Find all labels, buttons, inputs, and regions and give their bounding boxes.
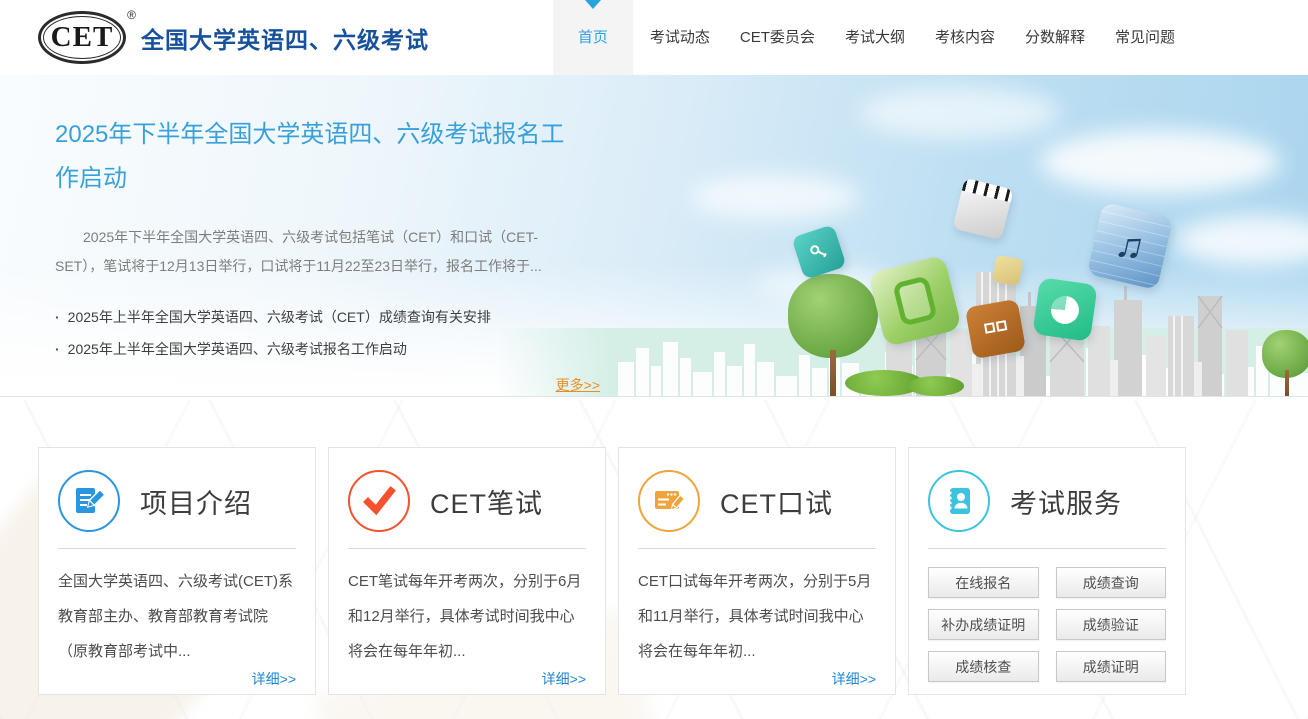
bush-icon	[908, 376, 964, 396]
nav-item-faq[interactable]: 常见问题	[1102, 0, 1188, 75]
online-registration-button[interactable]: 在线报名	[928, 567, 1039, 598]
cloud-icon	[1040, 130, 1280, 194]
detail-link[interactable]: 详细>>	[58, 669, 296, 693]
nav-item-exam-news[interactable]: 考试动态	[637, 0, 723, 75]
banner-news-list: 2025年上半年全国大学英语四、六级考试（CET）成绩查询有关安排 2025年上…	[55, 301, 603, 365]
tree-icon	[1262, 330, 1308, 396]
contact-book-icon	[928, 470, 990, 532]
site-header: CET ® 全国大学英语四、六级考试 首页 考试动态 CET委员会 考试大纲 考…	[0, 0, 1308, 75]
cet-logo-text: CET	[51, 21, 114, 54]
card-header: CET口试	[638, 462, 876, 548]
cloud-icon	[690, 175, 860, 219]
nav-item-home[interactable]: 首页	[553, 0, 633, 75]
card-header: 考试服务	[928, 462, 1166, 548]
hero-banner: ♫ 2025年下半年全国大学英语四、六级考试报名工作启动 2025年下半年全国大…	[0, 75, 1308, 400]
score-recheck-button[interactable]: 成绩核查	[928, 651, 1039, 682]
news-link[interactable]: 2025年上半年全国大学英语四、六级考试报名工作启动	[55, 333, 603, 365]
news-link[interactable]: 2025年上半年全国大学英语四、六级考试（CET）成绩查询有关安排	[55, 301, 603, 333]
ground-strip	[0, 396, 1308, 400]
card-header: 项目介绍	[58, 462, 296, 548]
registered-mark-icon: ®	[127, 8, 136, 22]
checkmark-icon	[348, 470, 410, 532]
nav-item-assessment-content[interactable]: 考核内容	[922, 0, 1008, 75]
header-inner: CET ® 全国大学英语四、六级考试 首页 考试动态 CET委员会 考试大纲 考…	[38, 0, 1188, 75]
document-pencil-icon	[58, 470, 120, 532]
score-certificate-button[interactable]: 成绩证明	[1056, 651, 1167, 682]
yellow-cube-icon	[992, 255, 1023, 286]
reissue-score-certificate-button[interactable]: 补办成绩证明	[928, 609, 1039, 640]
card-header: CET笔试	[348, 462, 586, 548]
card-project-intro: 项目介绍 全国大学英语四、六级考试(CET)系教育部主办、教育部教育考试院（原教…	[38, 447, 316, 695]
logo-group[interactable]: CET ® 全国大学英语四、六级考试	[38, 11, 429, 64]
window-pencil-icon	[638, 470, 700, 532]
banner-content: 2025年下半年全国大学英语四、六级考试报名工作启动 2025年下半年全国大学英…	[55, 113, 603, 395]
main-nav: 首页 考试动态 CET委员会 考试大纲 考核内容 分数解释 常见问题	[549, 0, 1188, 75]
score-verification-button[interactable]: 成绩验证	[1056, 609, 1167, 640]
score-query-button[interactable]: 成绩查询	[1056, 567, 1167, 598]
nav-item-exam-syllabus[interactable]: 考试大纲	[832, 0, 918, 75]
card-oral-test: CET口试 CET口试每年开考两次，分别于5月和11月举行，具体考试时间我中心将…	[618, 447, 896, 695]
detail-link[interactable]: 详细>>	[638, 669, 876, 693]
detail-link[interactable]: 详细>>	[348, 669, 586, 693]
main-section: 项目介绍 全国大学英语四、六级考试(CET)系教育部主办、教育部教育考试院（原教…	[0, 400, 1308, 719]
nav-item-score-interpretation[interactable]: 分数解释	[1012, 0, 1098, 75]
card-exam-services: 考试服务 在线报名 成绩查询 补办成绩证明 成绩验证 成绩核查 成绩证明	[908, 447, 1186, 695]
card-text: 全国大学英语四、六级考试(CET)系教育部主办、教育部教育考试院（原教育部考试中…	[58, 549, 296, 669]
banner-summary: 2025年下半年全国大学英语四、六级考试包括笔试（CET）和口试（CET-SET…	[55, 223, 563, 281]
cet-logo: CET ®	[38, 11, 126, 64]
card-title: 项目介绍	[140, 482, 252, 521]
card-title: CET笔试	[430, 482, 543, 521]
pie-chart-cube-icon	[1032, 277, 1097, 342]
site-title: 全国大学英语四、六级考试	[141, 21, 429, 55]
cloud-icon	[860, 87, 1060, 139]
card-written-test: CET笔试 CET笔试每年开考两次，分别于6月和12月举行，具体考试时间我中心将…	[328, 447, 606, 695]
nav-item-cet-committee[interactable]: CET委员会	[727, 0, 828, 75]
card-text: CET口试每年开考两次，分别于5月和11月举行，具体考试时间我中心将会在每年年初…	[638, 549, 876, 669]
card-text: CET笔试每年开考两次，分别于6月和12月举行，具体考试时间我中心将会在每年年初…	[348, 549, 586, 669]
more-link[interactable]: 更多>>	[55, 375, 600, 395]
banner-headline-link[interactable]: 2025年下半年全国大学英语四、六级考试报名工作启动	[55, 113, 580, 201]
card-title: 考试服务	[1010, 482, 1122, 521]
card-title: CET口试	[720, 482, 833, 521]
service-button-grid: 在线报名 成绩查询 补办成绩证明 成绩验证 成绩核查 成绩证明	[928, 549, 1166, 682]
orange-cube-icon	[965, 299, 1026, 359]
card-row: 项目介绍 全国大学英语四、六级考试(CET)系教育部主办、教育部教育考试院（原教…	[38, 447, 1188, 695]
